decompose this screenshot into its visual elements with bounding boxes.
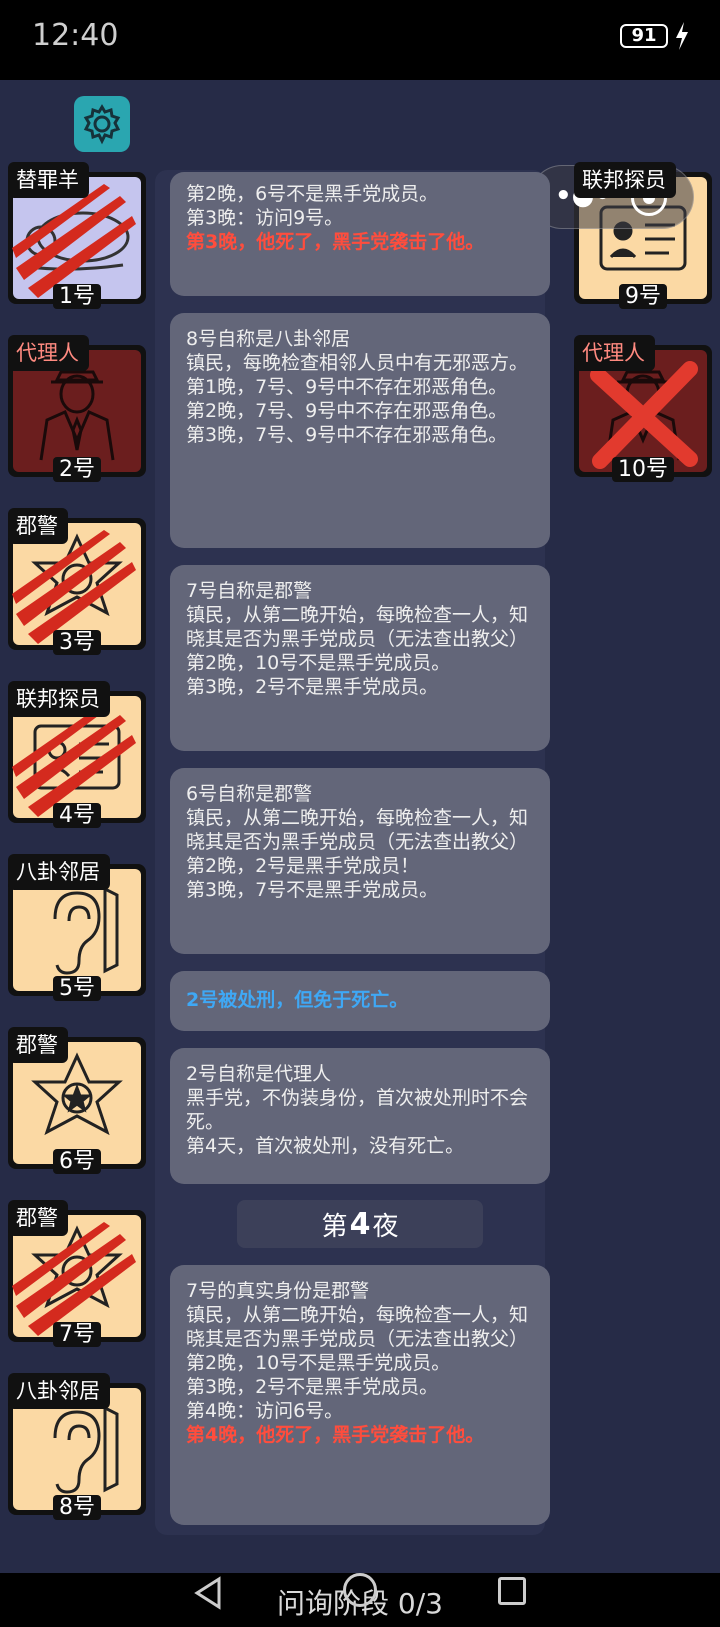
log-entry: 第2晚，6号不是黑手党成员。 第3晚：访问9号。 第3晚，他死了，黑手党袭击了他…: [170, 172, 550, 296]
player-card-7[interactable]: 郡警 7号: [8, 1200, 146, 1347]
log-entry: 7号自称是郡警 镇民，从第二晚开始，每晚检查一人，知晓其是否为黑手党成员（无法查…: [170, 565, 550, 751]
player-card-4[interactable]: 联邦探员 4号: [8, 681, 146, 828]
death-text: 第3晚，他死了，黑手党袭击了他。: [186, 231, 485, 253]
status-time: 12:40: [32, 18, 119, 53]
player-card-6[interactable]: 郡警 6号: [8, 1027, 146, 1174]
recent-apps-icon[interactable]: [498, 1577, 526, 1605]
role-tag: 联邦探员: [574, 162, 676, 198]
log-entry: 7号的真实身份是郡警 镇民，从第二晚开始，每晚检查一人，知晓其是否为黑手党成员（…: [170, 1265, 550, 1525]
role-tag: 代理人: [574, 335, 655, 371]
log-entry: 6号自称是郡警 镇民，从第二晚开始，每晚检查一人，知晓其是否为黑手党成员（无法查…: [170, 768, 550, 954]
player-card-1[interactable]: 替罪羊 1号: [8, 162, 146, 309]
status-bar: 12:40 91: [0, 0, 720, 80]
death-text: 第4晚，他死了，黑手党袭击了他。: [186, 1424, 485, 1446]
role-tag: 郡警: [8, 1027, 68, 1063]
gear-icon: [83, 104, 121, 145]
back-icon[interactable]: [193, 1575, 223, 1611]
log-text: 8号自称是八卦邻居 镇民，每晚检查相邻人员中有无邪恶方。 第1晚，7号、9号中不…: [186, 328, 529, 446]
player-card-10[interactable]: 代理人 10号: [574, 335, 712, 482]
log-text: 第2晚，6号不是黑手党成员。 第3晚：访问9号。: [186, 183, 439, 229]
log-entry: 8号自称是八卦邻居 镇民，每晚检查相邻人员中有无邪恶方。 第1晚，7号、9号中不…: [170, 313, 550, 548]
player-number: 3号: [8, 624, 146, 656]
charging-bolt-icon: [676, 22, 688, 50]
player-card-5[interactable]: 八卦邻居 5号: [8, 854, 146, 1001]
log-text: 7号的真实身份是郡警 镇民，从第二晚开始，每晚检查一人，知晓其是否为黑手党成员（…: [186, 1280, 529, 1422]
log-text: 2号自称是代理人 黑手党，不伪装身份，首次被处刑时不会死。 第4天，首次被处刑，…: [186, 1063, 529, 1157]
log-entry: 2号被处刑，但免于死亡。: [170, 971, 550, 1031]
player-number: 9号: [574, 278, 712, 310]
log-entry: 2号自称是代理人 黑手党，不伪装身份，首次被处刑时不会死。 第4天，首次被处刑，…: [170, 1048, 550, 1184]
player-number: 6号: [8, 1143, 146, 1175]
player-number: 5号: [8, 970, 146, 1002]
role-tag: 代理人: [8, 335, 89, 371]
role-tag: 八卦邻居: [8, 1373, 110, 1409]
role-tag: 替罪羊: [8, 162, 89, 198]
player-number: 8号: [8, 1489, 146, 1521]
role-tag: 联邦探员: [8, 681, 110, 717]
battery-icon: 91: [620, 24, 668, 48]
role-tag: 郡警: [8, 1200, 68, 1236]
info-text: 2号被处刑，但免于死亡。: [186, 989, 409, 1011]
log-text: 6号自称是郡警 镇民，从第二晚开始，每晚检查一人，知晓其是否为黑手党成员（无法查…: [186, 783, 529, 901]
player-card-3[interactable]: 郡警 3号: [8, 508, 146, 655]
player-number: 7号: [8, 1316, 146, 1348]
log-text: 7号自称是郡警 镇民，从第二晚开始，每晚检查一人，知晓其是否为黑手党成员（无法查…: [186, 580, 529, 698]
home-icon[interactable]: [343, 1573, 377, 1607]
role-tag: 郡警: [8, 508, 68, 544]
player-number: 2号: [8, 451, 146, 483]
settings-button[interactable]: [74, 96, 130, 152]
player-number: 1号: [8, 278, 146, 310]
player-number: 10号: [574, 451, 712, 483]
night-divider: 第4夜: [237, 1200, 483, 1248]
player-card-8[interactable]: 八卦邻居 8号: [8, 1373, 146, 1520]
role-tag: 八卦邻居: [8, 854, 110, 890]
player-number: 4号: [8, 797, 146, 829]
player-card-2[interactable]: 代理人 2号: [8, 335, 146, 482]
